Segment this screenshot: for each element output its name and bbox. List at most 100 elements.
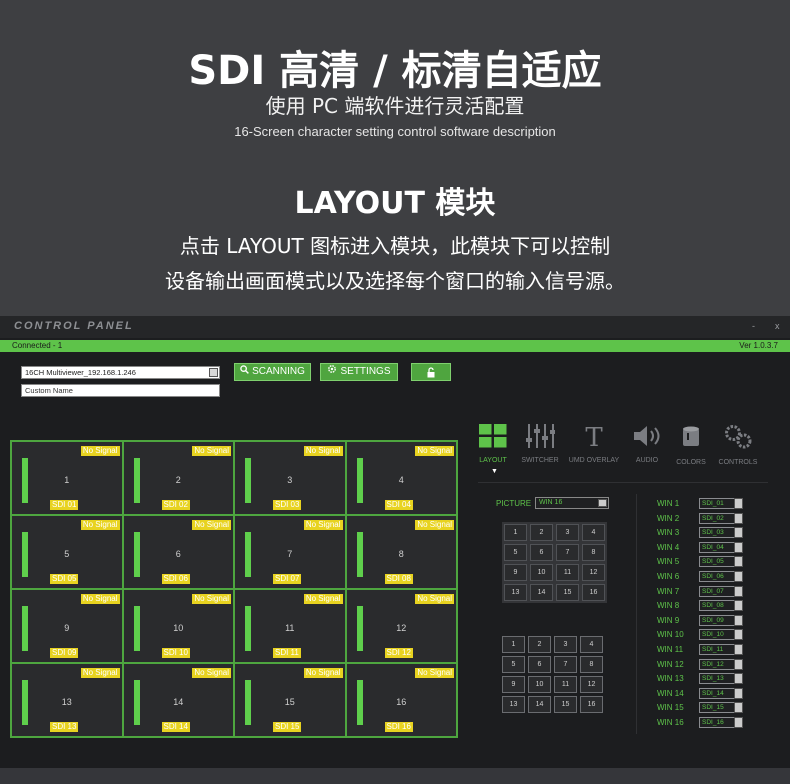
picture-layout-cell[interactable]: 1 [504, 524, 527, 541]
picture-select-button[interactable]: 11 [554, 676, 577, 693]
preview-cell[interactable]: No Signal 7 SDI 07 [235, 516, 345, 588]
picture-layout-cell[interactable]: 12 [582, 564, 605, 581]
window-source-select[interactable]: SDI_14 [699, 687, 743, 699]
picture-select-button[interactable]: 16 [580, 696, 603, 713]
preview-cell[interactable]: No Signal 11 SDI 11 [235, 590, 345, 662]
chevron-down-icon[interactable] [734, 541, 743, 553]
picture-layout-cell[interactable]: 6 [530, 544, 553, 561]
picture-select-button[interactable]: 4 [580, 636, 603, 653]
chevron-down-icon[interactable] [734, 614, 743, 626]
window-source-select[interactable]: SDI_02 [699, 512, 743, 524]
picture-select-button[interactable]: 13 [502, 696, 525, 713]
tab-layout[interactable]: LAYOUT [474, 424, 512, 464]
picture-select-button[interactable]: 12 [580, 676, 603, 693]
lock-button[interactable] [411, 363, 451, 381]
window-source-select[interactable]: SDI_04 [699, 541, 743, 553]
tab-controls[interactable]: CONTROLS [716, 424, 760, 466]
preview-cell[interactable]: No Signal 2 SDI 02 [123, 442, 233, 514]
chevron-down-icon[interactable] [734, 702, 743, 714]
tab-switcher[interactable]: SWITCHER [518, 424, 562, 464]
window-source-select[interactable]: SDI_16 [699, 717, 743, 728]
picture-layout-cell[interactable]: 8 [582, 544, 605, 561]
chevron-down-icon[interactable] [734, 644, 743, 655]
window-source-select[interactable]: SDI_05 [699, 556, 743, 568]
picture-select-button[interactable]: 6 [528, 656, 551, 673]
window-source-select[interactable]: SDI_08 [699, 600, 743, 612]
picture-layout-cell[interactable]: 11 [556, 564, 579, 581]
close-button[interactable]: x [775, 321, 780, 331]
preview-cell[interactable]: No Signal 9 SDI 09 [12, 590, 122, 662]
chevron-down-icon[interactable] [734, 556, 743, 568]
tab-audio[interactable]: AUDIO [628, 424, 666, 464]
preview-cell[interactable]: No Signal 3 SDI 03 [235, 442, 345, 514]
picture-select-button[interactable]: 3 [554, 636, 577, 653]
chevron-down-icon[interactable] [734, 571, 743, 582]
window-source-select[interactable]: SDI_09 [699, 614, 743, 626]
chevron-down-icon[interactable] [209, 368, 218, 377]
preview-cell[interactable]: No Signal 6 SDI 06 [123, 516, 233, 588]
minimize-button[interactable]: - [752, 321, 755, 331]
chevron-down-icon[interactable] [734, 585, 743, 597]
window-source-select[interactable]: SDI_13 [699, 673, 743, 685]
tab-colors[interactable]: COLORS [672, 424, 710, 466]
picture-select-button[interactable]: 5 [502, 656, 525, 673]
picture-mode-select[interactable]: WIN 16 [535, 497, 609, 509]
picture-select-button[interactable]: 1 [502, 636, 525, 653]
preview-cell[interactable]: No Signal 1 SDI 01 [12, 442, 122, 514]
window-source-select[interactable]: SDI_03 [699, 527, 743, 539]
window-source-select[interactable]: SDI_10 [699, 629, 743, 641]
picture-select-button[interactable]: 7 [554, 656, 577, 673]
picture-layout-cell[interactable]: 5 [504, 544, 527, 561]
preview-cell[interactable]: No Signal 8 SDI 08 [346, 516, 456, 588]
chevron-down-icon[interactable] [734, 687, 743, 699]
picture-layout-cell[interactable]: 3 [556, 524, 579, 541]
window-source-select[interactable]: SDI_12 [699, 658, 743, 670]
chevron-down-icon[interactable] [734, 629, 743, 641]
settings-button[interactable]: SETTINGS [320, 363, 398, 381]
picture-layout-cell[interactable]: 7 [556, 544, 579, 561]
picture-select-button[interactable]: 10 [528, 676, 551, 693]
preview-cell[interactable]: No Signal 12 SDI 12 [346, 590, 456, 662]
picture-select-button[interactable]: 14 [528, 696, 551, 713]
custom-name-field[interactable]: Custom Name [21, 384, 220, 397]
window-source-select[interactable]: SDI_06 [699, 571, 743, 582]
picture-layout-cell[interactable]: 16 [582, 584, 605, 601]
picture-layout-cell[interactable]: 13 [504, 584, 527, 601]
picture-layout-cell[interactable]: 14 [530, 584, 553, 601]
picture-select-button[interactable]: 2 [528, 636, 551, 653]
preview-cell[interactable]: No Signal 5 SDI 05 [12, 516, 122, 588]
preview-cell[interactable]: No Signal 10 SDI 10 [123, 590, 233, 662]
preview-cell[interactable]: No Signal 14 SDI 14 [123, 664, 233, 736]
picture-select-button[interactable]: 9 [502, 676, 525, 693]
picture-layout-cell[interactable]: 10 [530, 564, 553, 581]
window-source-select[interactable]: SDI_01 [699, 498, 743, 509]
window-source-select[interactable]: SDI_07 [699, 585, 743, 597]
tab-umd-overlay[interactable]: T UMD OVERLAY [568, 423, 620, 464]
chevron-down-icon[interactable] [734, 600, 743, 612]
preview-cell[interactable]: No Signal 15 SDI 15 [235, 664, 345, 736]
preview-cell[interactable]: No Signal 13 SDI 13 [12, 664, 122, 736]
chevron-down-icon[interactable] [734, 658, 743, 670]
sliders-icon [518, 424, 562, 453]
picture-select-button[interactable]: 8 [580, 656, 603, 673]
no-signal-badge: No Signal [303, 594, 343, 604]
chevron-down-icon[interactable] [734, 498, 743, 509]
chevron-down-icon[interactable] [734, 512, 743, 524]
picture-layout-cell[interactable]: 15 [556, 584, 579, 601]
picture-select-button[interactable]: 15 [554, 696, 577, 713]
settings-label: SETTINGS [340, 366, 391, 377]
picture-layout-cell[interactable]: 9 [504, 564, 527, 581]
preview-cell[interactable]: No Signal 16 SDI 16 [346, 664, 456, 736]
window-titlebar: CONTROL PANEL - x [0, 316, 790, 338]
chevron-down-icon[interactable] [734, 527, 743, 539]
device-select[interactable]: 16CH Multiviewer_192.168.1.246 [21, 366, 220, 379]
chevron-down-icon[interactable] [734, 673, 743, 685]
preview-cell[interactable]: No Signal 4 SDI 04 [346, 442, 456, 514]
window-source-select[interactable]: SDI_11 [699, 644, 743, 655]
chevron-down-icon[interactable] [598, 499, 607, 507]
scanning-button[interactable]: SCANNING [234, 363, 311, 381]
picture-layout-cell[interactable]: 4 [582, 524, 605, 541]
picture-layout-cell[interactable]: 2 [530, 524, 553, 541]
window-source-select[interactable]: SDI_15 [699, 702, 743, 714]
chevron-down-icon[interactable] [734, 717, 743, 728]
